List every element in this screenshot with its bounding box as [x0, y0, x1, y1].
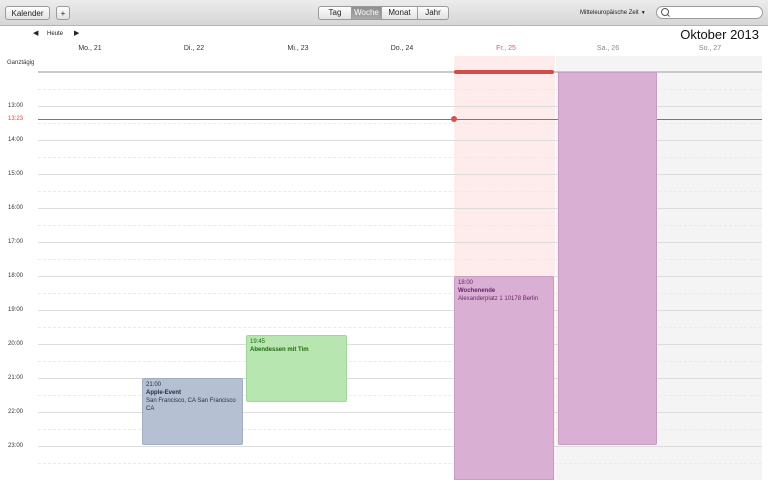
event-title: Apple-Event	[146, 390, 182, 396]
event-time: 21:00	[146, 382, 162, 388]
hour-label: 14:00	[8, 137, 24, 143]
day-header-tue[interactable]: Di., 22	[142, 45, 246, 56]
current-time-label: 13:23	[8, 116, 24, 122]
event-location: Alexanderplatz 1 10178 Berlin	[458, 296, 539, 302]
hour-label: 23:00	[8, 443, 24, 449]
friday-allday-marker	[454, 70, 554, 74]
event-title: Wochenende	[458, 288, 496, 294]
timezone-label: Mitteleuropäische Zeit	[580, 10, 639, 16]
hour-label: 18:00	[8, 273, 24, 279]
hour-label: 21:00	[8, 375, 24, 381]
event-weekend[interactable]: 18:00 Wochenende Alexanderplatz 1 10178 …	[454, 276, 554, 480]
day-header-mon[interactable]: Mo., 21	[38, 45, 142, 56]
toolbar: Kalender + Tag Woche Monat Jahr Mitteleu…	[0, 0, 768, 26]
day-header-wed[interactable]: Mi., 23	[246, 45, 350, 56]
hour-line	[38, 446, 762, 447]
day-header-sat[interactable]: Sa., 26	[558, 45, 658, 56]
search-icon	[661, 8, 669, 16]
event-title: Abendessen mit Tim	[250, 347, 309, 353]
day-header-sun[interactable]: So., 27	[658, 45, 762, 56]
day-header-fri[interactable]: Fr., 25	[454, 45, 558, 56]
next-week-arrow[interactable]: ▶	[74, 29, 79, 37]
current-time-dot	[451, 116, 457, 122]
hour-label: 22:00	[8, 409, 24, 415]
timezone-selector[interactable]: Mitteleuropäische Zeit ▼	[580, 10, 646, 16]
hour-label: 19:00	[8, 307, 24, 313]
today-button[interactable]: Heute	[47, 31, 63, 37]
view-switcher: Tag Woche Monat Jahr	[318, 6, 449, 20]
event-time: 19:45	[250, 339, 266, 345]
hour-label: 20:00	[8, 341, 24, 347]
event-time: 18:00	[458, 280, 474, 286]
chevron-down-icon: ▼	[640, 10, 646, 16]
event-dinner[interactable]: 19:45 Abendessen mit Tim	[246, 335, 347, 402]
search-input[interactable]	[656, 6, 763, 19]
half-hour-line	[38, 463, 762, 464]
allday-label: Ganztägig	[7, 60, 35, 66]
add-event-button[interactable]: +	[56, 6, 70, 20]
hour-label: 17:00	[8, 239, 24, 245]
weekend-event-saturday[interactable]	[558, 72, 657, 445]
view-day-button[interactable]: Tag	[318, 6, 352, 20]
hour-label: 15:00	[8, 171, 24, 177]
hour-label: 13:00	[8, 103, 24, 109]
day-header-thu[interactable]: Do., 24	[350, 45, 454, 56]
event-location: San Francisco, CA San Francisco CA	[146, 398, 236, 412]
view-year-button[interactable]: Jahr	[418, 6, 449, 20]
view-week-button[interactable]: Woche	[352, 6, 382, 20]
month-title: Oktober 2013	[680, 27, 759, 42]
view-month-button[interactable]: Monat	[382, 6, 418, 20]
calendars-button[interactable]: Kalender	[5, 6, 50, 20]
hour-label: 16:00	[8, 205, 24, 211]
event-apple[interactable]: 21:00 Apple-Event San Francisco, CA San …	[142, 378, 243, 445]
prev-week-arrow[interactable]: ◀	[33, 29, 38, 37]
